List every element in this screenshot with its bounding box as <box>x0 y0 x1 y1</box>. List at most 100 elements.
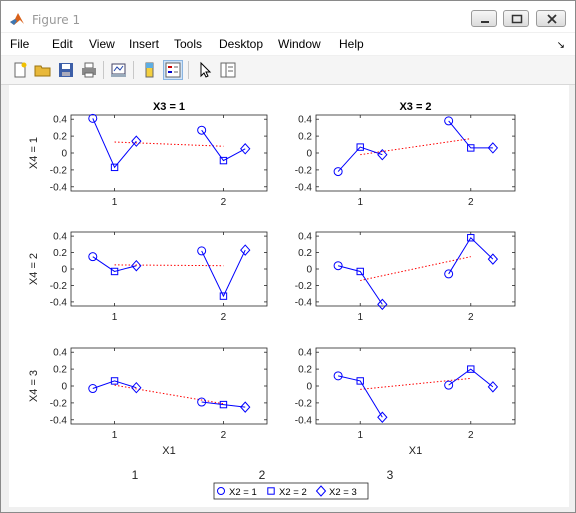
y-tick-label: -0.2 <box>295 281 313 292</box>
legend-entry: X2 = 1 <box>229 487 257 498</box>
toolbar-separator <box>188 61 189 79</box>
close-button[interactable] <box>536 10 566 27</box>
subplot-3: 0.4 0.2 0 -0.2 -0.4 1 2 X4 = 2 <box>28 231 268 323</box>
y-tick-label: 0 <box>61 149 67 160</box>
toolbar <box>1 56 575 85</box>
bottom-label: 1 <box>132 468 139 482</box>
y-tick-label: -0.2 <box>50 398 68 409</box>
link-data-icon[interactable] <box>110 61 128 79</box>
bottom-label: 2 <box>259 468 266 482</box>
subplot-5: 0.4 0.2 0 -0.2 -0.4 1 2 X1 X4 = 3 <box>28 347 268 457</box>
y-tick-label: 0.4 <box>298 348 312 359</box>
legend-entry: X2 = 3 <box>329 487 357 498</box>
subplot-1: 0.4 0.2 0 -0.2 -0.4 1 2 X3 = 1 X4 = 1 <box>28 101 268 208</box>
y-tick-label: 0 <box>306 382 312 393</box>
insert-colorbar-icon[interactable] <box>141 61 159 79</box>
y-tick-label: -0.4 <box>50 182 68 193</box>
x-tick-label: 2 <box>221 312 227 323</box>
y-axis-label: X4 = 2 <box>28 253 40 285</box>
x-tick-label: 2 <box>221 197 227 208</box>
y-tick-label: -0.2 <box>295 398 313 409</box>
minimize-icon <box>481 21 489 23</box>
axes-title: X3 = 2 <box>399 101 431 113</box>
y-tick-label: -0.4 <box>295 415 313 426</box>
menu-insert[interactable]: Insert <box>129 37 159 51</box>
y-tick-label: 0.2 <box>53 248 67 259</box>
axes-box <box>315 347 516 425</box>
y-tick-label: 0.2 <box>53 132 67 143</box>
x-tick-label: 1 <box>357 312 363 323</box>
y-tick-label: 0.2 <box>298 365 312 376</box>
y-tick-label: 0.2 <box>298 132 312 143</box>
y-tick-label: 0.2 <box>298 248 312 259</box>
legend: X2 = 1 X2 = 2 X2 = 3 <box>213 482 369 500</box>
y-tick-label: 0.4 <box>298 115 312 126</box>
x-tick-label: 1 <box>112 430 118 441</box>
y-tick-label: 0.4 <box>298 232 312 243</box>
y-tick-label: -0.4 <box>50 415 68 426</box>
y-tick-label: 0 <box>306 149 312 160</box>
figure-plot-area: 0.4 0.2 0 -0.2 -0.4 1 2 X3 = 1 X4 = 1 0.4 0.2 0 -0.2… <box>28 101 516 500</box>
y-tick-label: 0 <box>61 265 67 276</box>
dock-arrow-icon[interactable]: ↘ <box>557 40 565 51</box>
y-tick-label: 0.2 <box>53 365 67 376</box>
x-tick-label: 1 <box>112 197 118 208</box>
subplot-6: 0.4 0.2 0 -0.2 -0.4 1 2 X1 <box>295 347 516 457</box>
y-tick-label: -0.4 <box>295 297 313 308</box>
toolbar-separator <box>103 61 104 79</box>
property-inspector-icon[interactable] <box>219 61 237 79</box>
insert-legend-icon[interactable] <box>163 60 183 80</box>
figure-window: Figure 1 File Edit View Insert Tools Des… <box>0 0 576 513</box>
menu-window[interactable]: Window <box>278 37 321 51</box>
subplot-4: 0.4 0.2 0 -0.2 -0.4 1 2 <box>295 231 516 323</box>
minimize-button[interactable] <box>471 10 497 27</box>
close-icon <box>547 14 557 24</box>
x-tick-label: 1 <box>357 197 363 208</box>
maximize-icon <box>511 14 523 24</box>
menu-desktop[interactable]: Desktop <box>219 37 263 51</box>
y-tick-label: 0.4 <box>53 115 67 126</box>
matlab-logo-icon <box>10 13 24 25</box>
toolbar-separator <box>133 61 134 79</box>
menu-tools[interactable]: Tools <box>174 37 202 51</box>
x-tick-label: 2 <box>468 197 474 208</box>
menu-edit[interactable]: Edit <box>52 37 73 51</box>
new-figure-icon[interactable] <box>11 61 29 79</box>
axes-title: X3 = 1 <box>153 101 185 113</box>
y-tick-label: 0.4 <box>53 232 67 243</box>
y-axis-label: X4 = 1 <box>28 137 40 169</box>
menu-view[interactable]: View <box>89 37 115 51</box>
x-tick-label: 1 <box>357 430 363 441</box>
y-tick-label: 0 <box>306 265 312 276</box>
y-tick-label: -0.4 <box>295 182 313 193</box>
print-icon[interactable] <box>80 61 98 79</box>
maximize-button[interactable] <box>503 10 529 27</box>
y-tick-label: 0.4 <box>53 348 67 359</box>
menu-help[interactable]: Help <box>339 37 364 51</box>
title-bar: Figure 1 <box>1 1 575 32</box>
menu-bar: File Edit View Insert Tools Desktop Wind… <box>1 33 575 55</box>
subplot-2: 0.4 0.2 0 -0.2 -0.4 1 2 X3 = 2 <box>295 101 516 208</box>
x-tick-label: 2 <box>468 430 474 441</box>
y-tick-label: -0.2 <box>50 165 68 176</box>
y-tick-label: -0.4 <box>50 297 68 308</box>
figure-canvas: 0.4 0.2 0 -0.2 -0.4 1 2 X3 = 1 X4 = 1 0.4 0.2 0 -0.2… <box>9 85 569 507</box>
edit-plot-arrow-icon[interactable] <box>196 61 214 79</box>
x-tick-label: 1 <box>112 312 118 323</box>
y-axis-label: X4 = 3 <box>28 370 40 402</box>
x-axis-label: X1 <box>162 445 175 457</box>
x-axis-label: X1 <box>409 445 422 457</box>
y-tick-label: -0.2 <box>50 281 68 292</box>
x-tick-label: 2 <box>221 430 227 441</box>
save-icon[interactable] <box>57 61 75 79</box>
axes-box <box>70 231 268 307</box>
window-title: Figure 1 <box>32 13 81 27</box>
axes-box <box>315 114 516 192</box>
x-tick-label: 2 <box>468 312 474 323</box>
y-tick-label: 0 <box>61 382 67 393</box>
legend-entry: X2 = 2 <box>279 487 307 498</box>
y-tick-label: -0.2 <box>295 165 313 176</box>
open-file-icon[interactable] <box>34 61 52 79</box>
bottom-label: 3 <box>387 468 394 482</box>
menu-file[interactable]: File <box>10 37 29 51</box>
